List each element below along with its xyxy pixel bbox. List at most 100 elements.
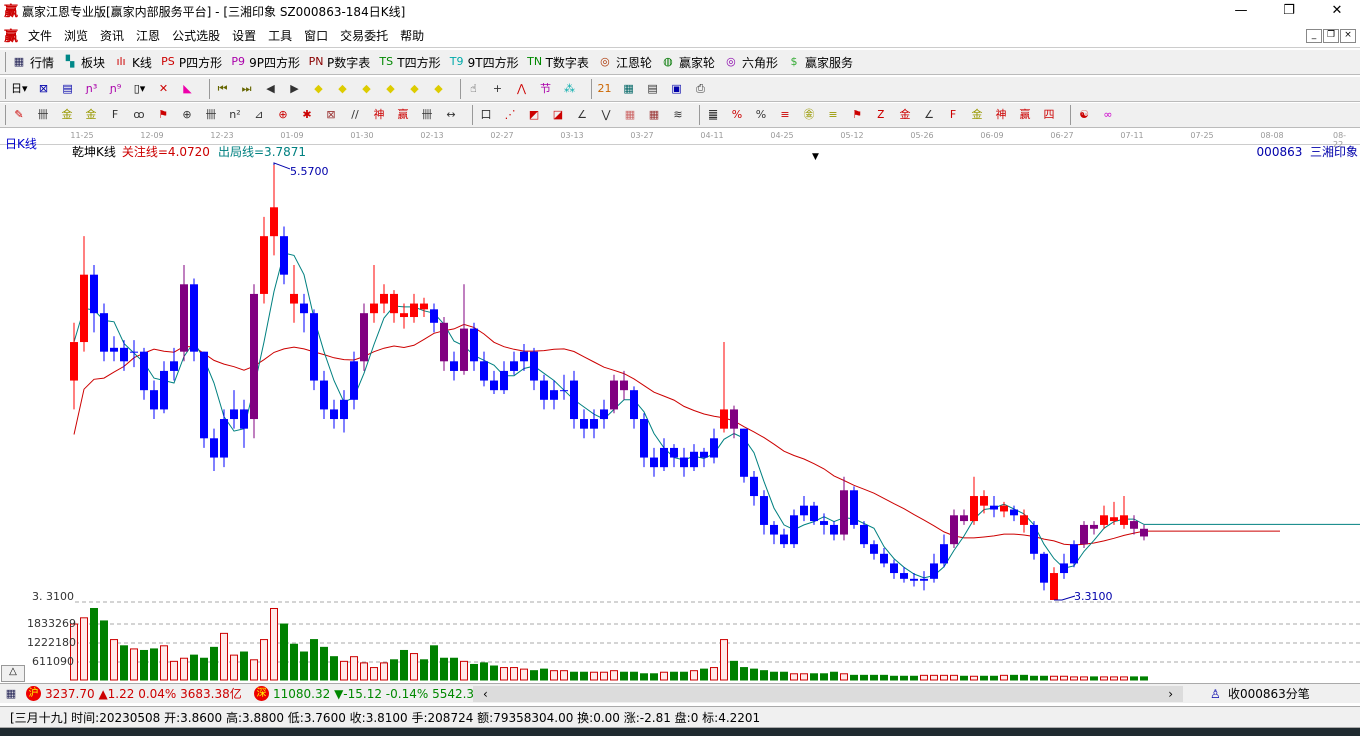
candle-body[interactable] [950,515,958,545]
candle-body[interactable] [70,342,78,381]
candle-body[interactable] [450,361,458,371]
app-menu-icon[interactable]: 赢 [4,26,18,46]
last-button[interactable]: ⏭ [239,81,258,97]
candle-body[interactable] [500,370,508,391]
candle-body[interactable] [270,207,278,237]
v-button[interactable]: ⋁ [598,107,617,123]
shrink-button[interactable]: ◆ [383,81,402,97]
candle-body[interactable] [90,274,98,314]
candle-body[interactable] [750,476,758,497]
candle-body[interactable] [440,322,448,362]
ying-button[interactable]: 赢 [395,107,414,123]
candle-body[interactable] [480,361,488,381]
candle-body[interactable] [630,390,638,420]
candle-body[interactable] [540,380,548,400]
candle-body[interactable] [470,328,478,362]
first-button[interactable]: ⏮ [215,81,234,97]
scroll-left-button[interactable]: ‹ [483,687,488,701]
candle-body[interactable] [1130,521,1138,529]
prev-button[interactable]: ◀ [263,81,282,97]
candle-body[interactable] [190,284,198,352]
candle-body[interactable] [730,409,738,429]
candle-body[interactable] [330,409,338,420]
triangle-button[interactable]: ⊿ [251,107,270,123]
menu-item[interactable]: 公式选股 [172,27,220,44]
move-right-button[interactable]: ◆ [335,81,354,97]
section-button[interactable]: 节 [538,81,557,97]
multi-line-button[interactable]: ≋ [670,107,689,123]
candle-body[interactable] [1020,515,1028,525]
candle-body[interactable] [1060,563,1068,574]
move-left-button[interactable]: ◆ [311,81,330,97]
candle-body[interactable] [990,505,998,510]
zoom-all-button[interactable]: ◆ [431,81,450,97]
grid2-button[interactable]: ▦ [622,107,641,123]
candle-body[interactable] [920,578,928,581]
pen-button[interactable]: ✎ [11,107,30,123]
notes-button[interactable]: ▤ [60,81,79,97]
box-fan-button[interactable]: ◩ [526,107,545,123]
candle-body[interactable] [510,361,518,371]
candle-body[interactable] [250,293,258,420]
candle-body[interactable] [380,293,388,304]
candle-body[interactable] [560,390,568,392]
maximize-button[interactable]: ❐ [1266,0,1312,22]
taiji-button[interactable]: ☯ [1076,107,1095,123]
shanghai-index[interactable]: 3237.70 ▲1.22 0.04% 3683.38亿 [45,685,250,702]
candle-body[interactable] [710,438,718,458]
candle-body[interactable] [720,409,728,429]
gann-button[interactable]: ✕ [156,81,175,97]
infinity-button[interactable]: ∞ [1100,107,1119,123]
gold-line2-button[interactable]: 金 [83,107,102,123]
arrow2-button[interactable]: ⚑ [849,107,868,123]
print-button[interactable]: ⎙ [693,81,712,97]
gold-angles-button[interactable]: 金 [969,107,988,123]
cycle-button[interactable]: ⁂ [562,81,581,97]
candle-body[interactable] [300,303,308,314]
chart-type-button[interactable]: ⊠ [36,81,55,97]
candle-body[interactable] [210,438,218,458]
lines-button[interactable]: 卌 [203,107,222,123]
candle-body[interactable] [1120,515,1128,525]
candle-button[interactable]: ▯▾ [132,81,151,97]
ying-angles-button[interactable]: 赢 [1017,107,1036,123]
candle-body[interactable] [1100,515,1108,525]
radar-button[interactable]: ✱ [299,107,318,123]
save-button[interactable]: ▣ [669,81,688,97]
gann-wheel-button[interactable]: ◎ 江恩轮 [597,54,652,71]
candle-body[interactable] [830,524,838,535]
menu-item[interactable]: 工具 [268,27,292,44]
table-button[interactable]: ䷀ [705,107,724,123]
crosshair-button[interactable]: + [490,81,509,97]
candle-body[interactable] [410,303,418,318]
candle-body[interactable] [890,563,898,574]
candle-body[interactable] [130,351,138,353]
candle-body[interactable] [320,380,328,410]
candle-body[interactable] [550,390,558,400]
candle-body[interactable] [580,419,588,429]
close-button[interactable]: ✕ [1314,0,1360,22]
candle-body[interactable] [790,515,798,545]
angles-button[interactable]: ∠ [921,107,940,123]
ps-button[interactable]: PS P四方形 [160,54,222,71]
pn-button[interactable]: PN P数字表 [308,54,371,71]
hand-button[interactable]: ☝ [466,81,485,97]
percent2-button[interactable]: ≡ [777,107,796,123]
candle-body[interactable] [880,553,888,564]
candle-body[interactable] [400,313,408,318]
mdi-minimize-button[interactable]: _ [1306,28,1322,43]
candle-body[interactable] [610,380,618,410]
candle-body[interactable] [900,573,908,579]
menu-item[interactable]: 帮助 [400,27,424,44]
candle-body[interactable] [350,361,358,400]
percent-line-button[interactable]: % [729,107,748,123]
candle-body[interactable] [80,274,88,343]
box-button[interactable]: ⊠ [323,107,342,123]
candle-body[interactable] [420,303,428,310]
candle-body[interactable] [160,370,168,410]
grid-button[interactable]: ▦ 行情 [11,54,54,71]
candle-body[interactable] [280,236,288,275]
candle-body[interactable] [870,544,878,554]
gold-lines-button[interactable]: ≡ [825,107,844,123]
candle-body[interactable] [1000,505,1008,512]
